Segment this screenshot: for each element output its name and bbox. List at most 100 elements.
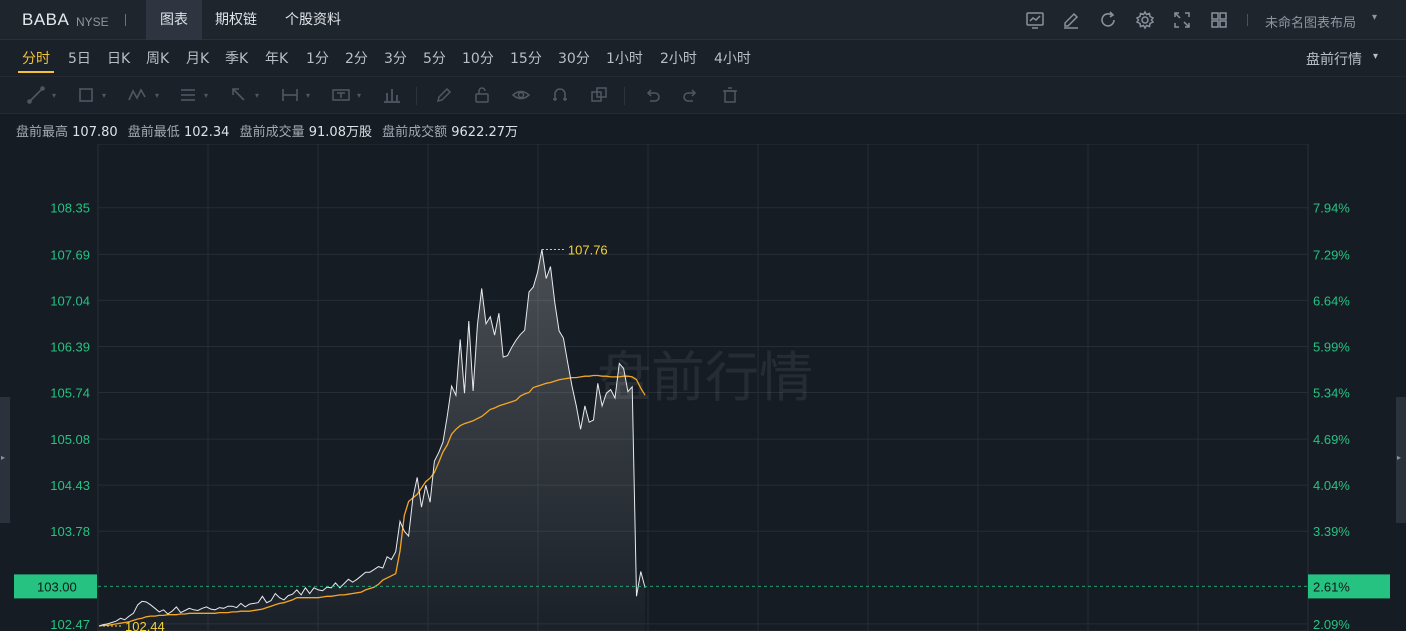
interval-day[interactable]: 日K: [107, 48, 130, 68]
fib-icon[interactable]: [178, 85, 200, 105]
pen-icon[interactable]: [434, 85, 456, 105]
session-selector[interactable]: 盘前行情: [1306, 49, 1362, 69]
toolbar-divider: [624, 87, 625, 105]
refresh-icon[interactable]: [1098, 10, 1118, 30]
interval-week[interactable]: 周K: [146, 48, 169, 68]
chart-screen-icon[interactable]: [1025, 10, 1045, 30]
y-right-tick: 2.09%: [1313, 617, 1350, 631]
y-right-tick: 5.34%: [1313, 385, 1350, 400]
toolbar-divider: [416, 87, 417, 105]
premarket-volume-label: 盘前成交量: [239, 125, 305, 140]
premarket-turnover-value: 9622.27万: [451, 125, 519, 140]
tab-company-profile[interactable]: 个股资料: [274, 0, 352, 40]
chevron-down-icon[interactable]: ▾: [306, 91, 310, 100]
drawing-toolbar: ▾ ▾ ▾ ▾ ▾ ▾ ▾: [0, 76, 1406, 114]
y-right-tick: 5.99%: [1313, 339, 1350, 354]
interval-5m[interactable]: 5分: [423, 48, 446, 68]
rectangle-icon[interactable]: [76, 85, 98, 105]
ticker-symbol[interactable]: BABA: [22, 10, 69, 30]
exchange-label: NYSE: [76, 15, 109, 29]
y-left-tick: 106.39: [50, 339, 90, 354]
interval-1m[interactable]: 1分: [306, 48, 329, 68]
redo-icon[interactable]: [681, 85, 703, 105]
premarket-summary: 盘前最高 107.80 盘前最低 102.34 盘前成交量 91.08万股 盘前…: [16, 121, 524, 140]
y-right-tick: 4.04%: [1313, 478, 1350, 493]
y-left-tick: 102.47: [50, 617, 90, 631]
top-header: BABA NYSE 图表 期权链 个股资料 未命名图表布局 ▾: [0, 0, 1406, 40]
chevron-down-icon[interactable]: ▾: [52, 91, 56, 100]
interval-10m[interactable]: 10分: [462, 48, 494, 68]
premarket-low-label: 盘前最低: [127, 125, 180, 140]
lock-icon[interactable]: [472, 85, 494, 105]
current-price-row: 103.00 2.61%: [14, 574, 1390, 599]
chevron-down-icon[interactable]: ▾: [255, 91, 259, 100]
header-divider-right: [1247, 14, 1248, 26]
high-marker-label: 107.76: [568, 242, 608, 257]
trash-icon[interactable]: [720, 85, 742, 105]
y-left-tick: 103.78: [50, 524, 90, 539]
chevron-down-icon[interactable]: ▾: [204, 91, 208, 100]
chevron-down-icon[interactable]: ▾: [1372, 12, 1377, 23]
interval-4h[interactable]: 4小时: [714, 48, 751, 68]
chevron-right-icon[interactable]: ▸: [1, 453, 5, 462]
interval-fenshi[interactable]: 分时: [22, 48, 50, 68]
y-right-tick: 6.64%: [1313, 293, 1350, 308]
text-box-icon[interactable]: [331, 85, 353, 105]
premarket-volume-value: 91.08万股: [308, 125, 372, 140]
y-left-tick: 104.43: [50, 478, 90, 493]
chevron-down-icon[interactable]: ▾: [155, 91, 159, 100]
interval-bar: [0, 40, 1406, 76]
interval-1h[interactable]: 1小时: [606, 48, 643, 68]
edit-icon[interactable]: [1061, 10, 1081, 30]
eye-icon[interactable]: [511, 85, 533, 105]
measure-icon[interactable]: [280, 85, 302, 105]
chevron-down-icon[interactable]: ▾: [1373, 51, 1378, 62]
chart-layout-name[interactable]: 未命名图表布局: [1265, 12, 1356, 31]
y-left-tick: 107.04: [50, 293, 90, 308]
intraday-chart[interactable]: 盘前行情 108.35 7.94%107.69 7.29%107.04 6.64%10…: [0, 144, 1406, 631]
y-right-tick: 7.29%: [1313, 247, 1350, 262]
left-panel-toggle[interactable]: ▸: [0, 397, 10, 523]
interval-30m[interactable]: 30分: [558, 48, 590, 68]
premarket-high-value: 107.80: [72, 125, 118, 140]
premarket-high-label: 盘前最高: [16, 125, 69, 140]
low-marker-label: 102.44: [125, 619, 165, 631]
y-left-tick: 108.35: [50, 201, 90, 216]
tab-options-chain[interactable]: 期权链: [204, 0, 268, 40]
axis-ticks: 108.35 7.94% 107.69 7.29% 107.04 6.64% 106.39 5…: [50, 201, 1350, 631]
premarket-low-value: 102.34: [183, 125, 230, 140]
bars-icon[interactable]: [382, 85, 404, 105]
fullscreen-icon[interactable]: [1172, 10, 1192, 30]
y-left-tick: 107.69: [50, 247, 90, 262]
y-right-tick: 3.39%: [1313, 524, 1350, 539]
current-pct-label: 2.61%: [1313, 579, 1350, 594]
chevron-down-icon[interactable]: ▾: [102, 91, 106, 100]
interval-15m[interactable]: 15分: [510, 48, 542, 68]
right-panel-toggle[interactable]: ▸: [1396, 397, 1406, 523]
interval-3m[interactable]: 3分: [384, 48, 407, 68]
interval-year[interactable]: 年K: [265, 48, 288, 68]
y-right-tick: 7.94%: [1313, 201, 1350, 216]
y-right-tick: 4.69%: [1313, 432, 1350, 447]
magnet-icon[interactable]: [550, 85, 572, 105]
interval-quarter[interactable]: 季K: [225, 48, 248, 68]
pattern-icon[interactable]: [127, 85, 149, 105]
tab-chart[interactable]: 图表: [146, 0, 202, 40]
chevron-right-icon[interactable]: ▸: [1397, 453, 1401, 462]
interval-2m[interactable]: 2分: [345, 48, 368, 68]
price-area: [99, 249, 646, 631]
current-price-label: 103.00: [37, 579, 77, 594]
clone-icon[interactable]: [589, 85, 611, 105]
header-divider: [125, 14, 126, 26]
undo-icon[interactable]: [642, 85, 664, 105]
chevron-down-icon[interactable]: ▾: [357, 91, 361, 100]
interval-month[interactable]: 月K: [186, 48, 209, 68]
arrow-icon[interactable]: [229, 85, 251, 105]
interval-5d[interactable]: 5日: [68, 48, 91, 68]
settings-icon[interactable]: [1135, 10, 1155, 30]
y-left-tick: 105.74: [50, 385, 90, 400]
layout-grid-icon[interactable]: [1209, 10, 1229, 30]
trend-line-icon[interactable]: [26, 85, 48, 105]
interval-2h[interactable]: 2小时: [660, 48, 697, 68]
y-left-tick: 105.08: [50, 432, 90, 447]
